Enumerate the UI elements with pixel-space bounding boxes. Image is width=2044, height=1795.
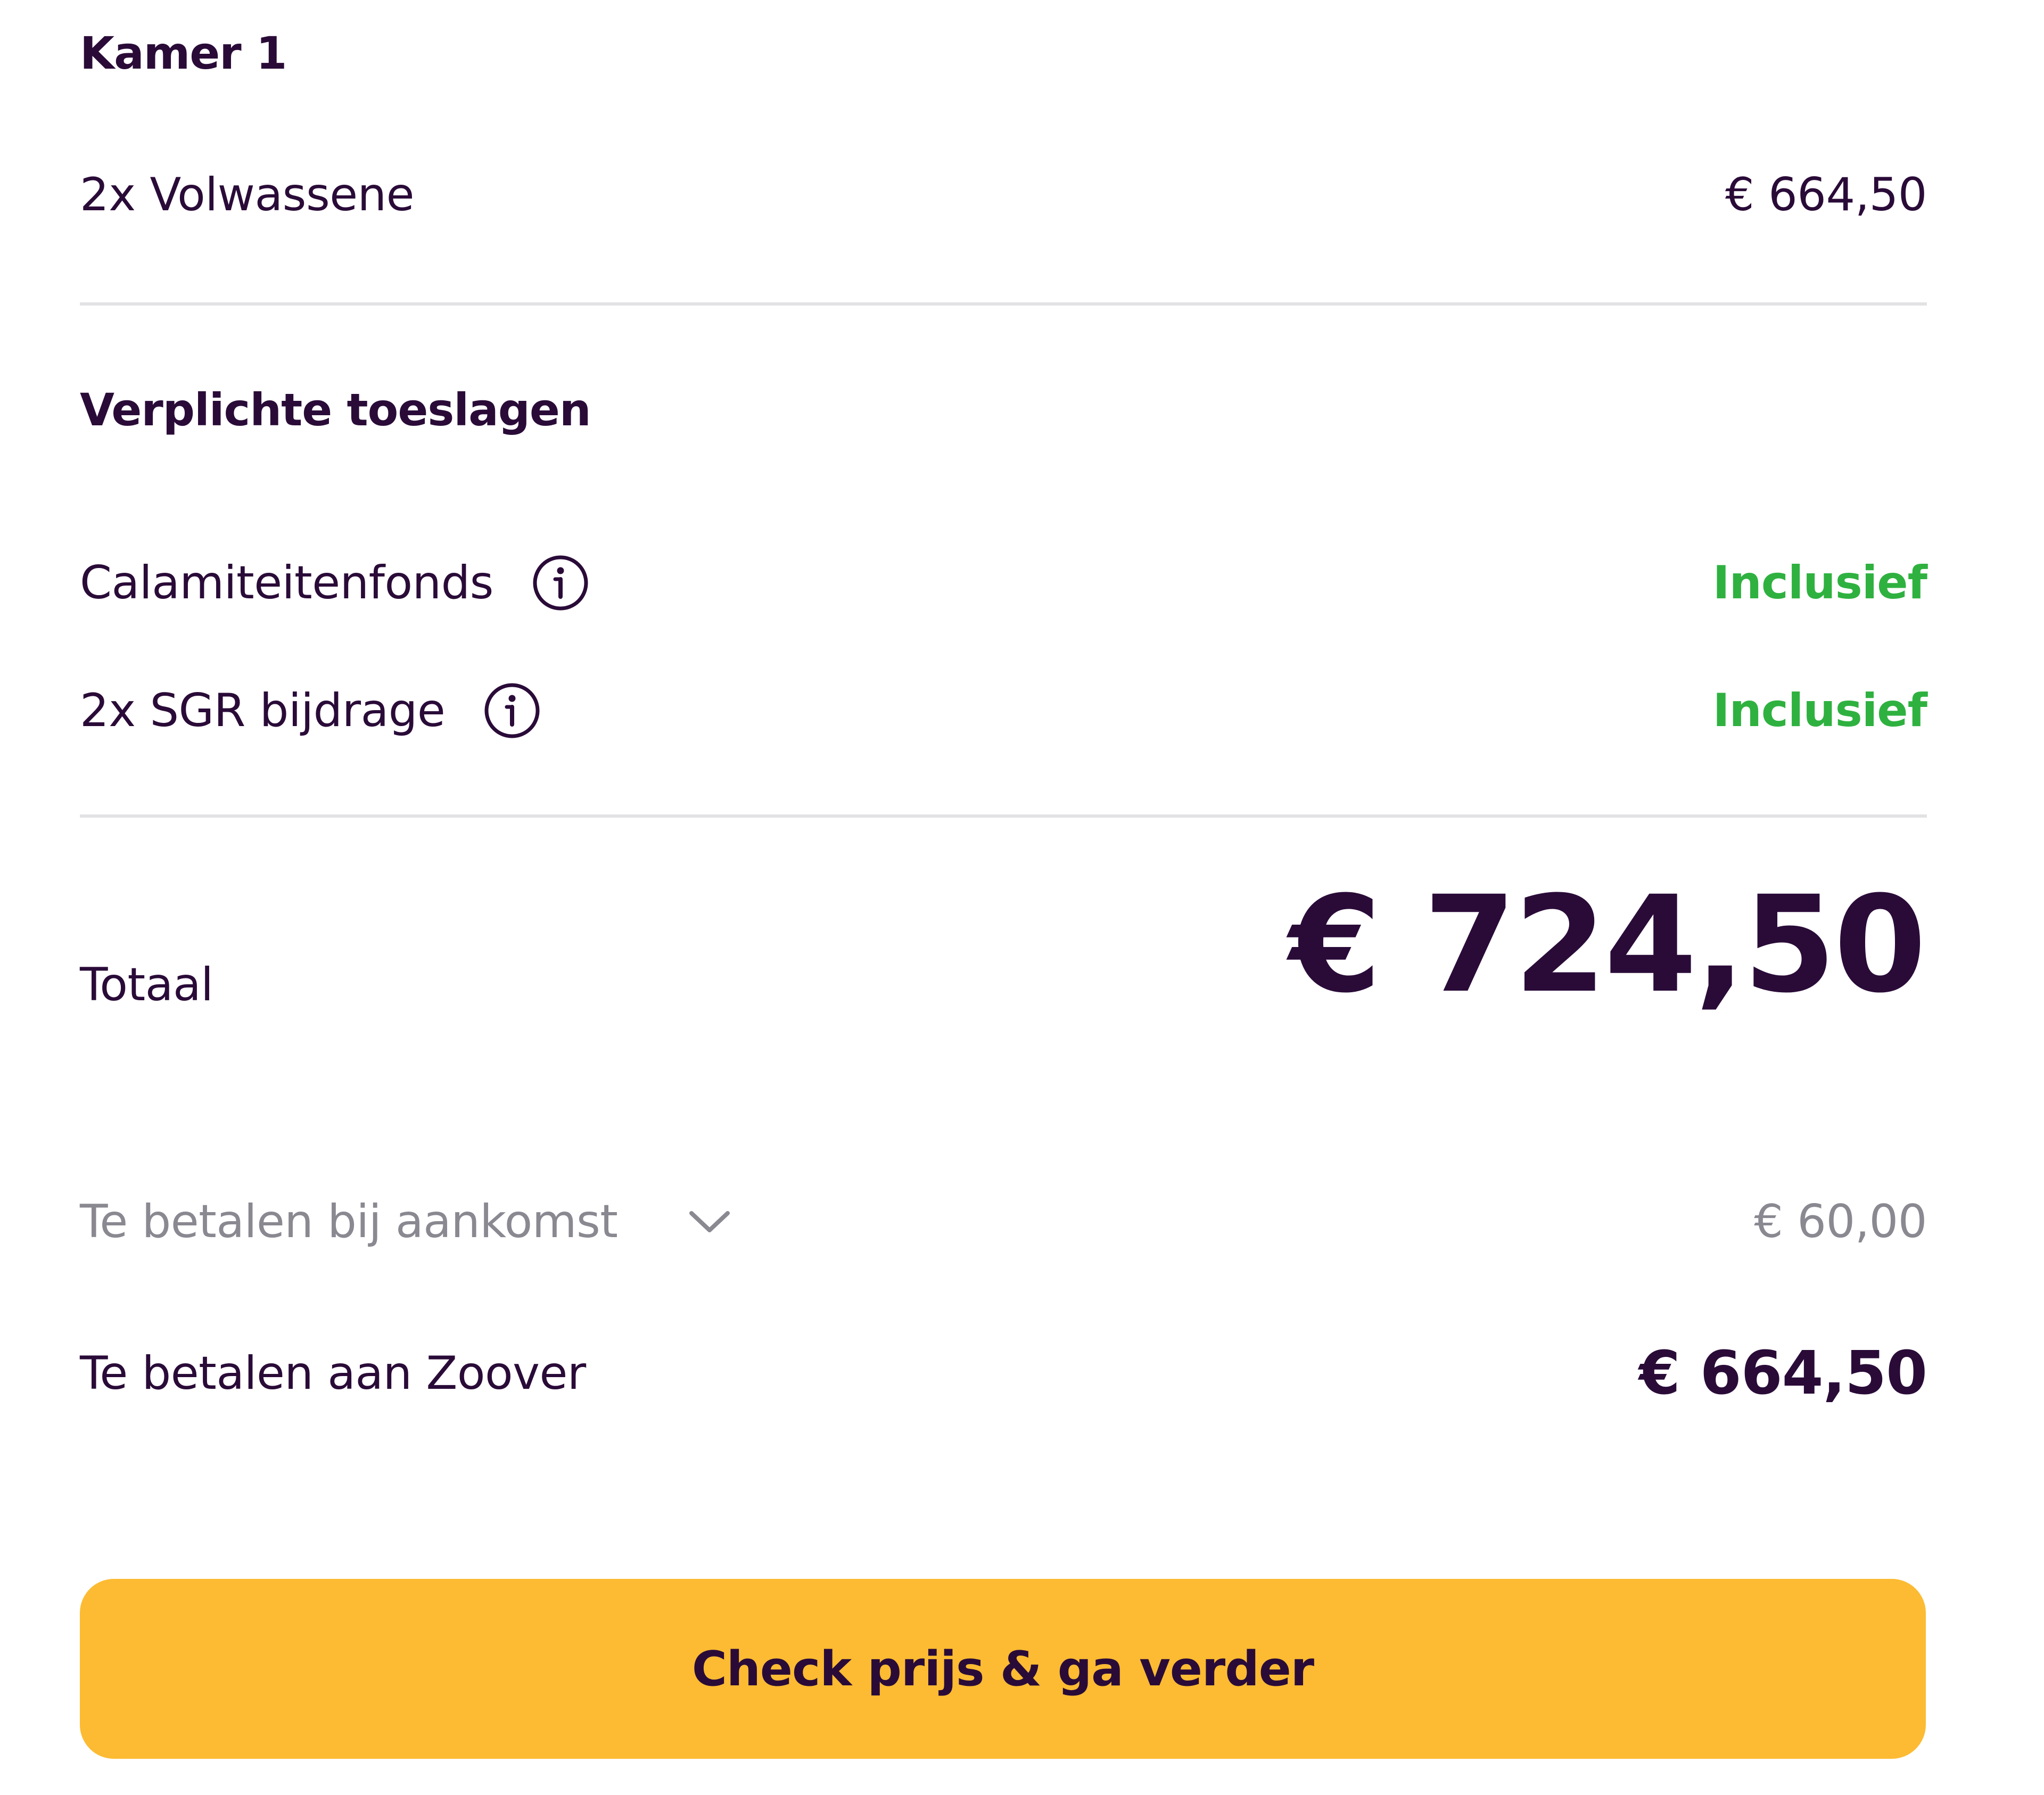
room-header: Kamer 1 [80, 16, 1927, 90]
info-icon[interactable] [483, 682, 541, 739]
surcharges-title: Verplichte toeslagen [80, 384, 591, 436]
on-arrival-amount: € 60,00 [1754, 1195, 1927, 1248]
room-title: Kamer 1 [80, 27, 287, 79]
on-arrival-row[interactable]: Te betalen bij aankomst € 60,00 [80, 1182, 1927, 1262]
on-arrival-label: Te betalen bij aankomst [80, 1195, 618, 1248]
total-amount: € 724,50 [1289, 867, 1926, 1022]
surcharge-label: Calamiteitenfonds [80, 556, 493, 610]
surcharge-row-sgr: 2x SGR bijdrage Inclusief [80, 671, 1927, 751]
adults-row: 2x Volwassene € 664,50 [80, 158, 1927, 232]
surcharge-value: Inclusief [1712, 556, 1927, 610]
divider-2 [80, 814, 1927, 818]
total-label: Totaal [80, 958, 213, 1011]
surcharges-header: Verplichte toeslagen [80, 373, 1927, 447]
to-zoover-label: Te betalen aan Zoover [80, 1347, 586, 1400]
to-zoover-row: Te betalen aan Zoover € 664,50 [80, 1331, 1927, 1416]
surcharge-value: Inclusief [1712, 684, 1927, 737]
surcharge-label: 2x SGR bijdrage [80, 684, 446, 737]
info-icon[interactable] [532, 554, 589, 612]
check-price-button-label: Check prijs & ga verder [691, 1641, 1314, 1697]
to-zoover-amount: € 664,50 [1638, 1339, 1927, 1408]
adults-label: 2x Volwassene [80, 168, 415, 221]
adults-price: € 664,50 [1725, 168, 1927, 221]
divider-1 [80, 302, 1927, 306]
surcharge-row-calamiteitenfonds: Calamiteitenfonds Inclusief [80, 543, 1927, 623]
chevron-down-icon[interactable] [687, 1206, 732, 1238]
check-price-button[interactable]: Check prijs & ga verder [80, 1579, 1926, 1759]
